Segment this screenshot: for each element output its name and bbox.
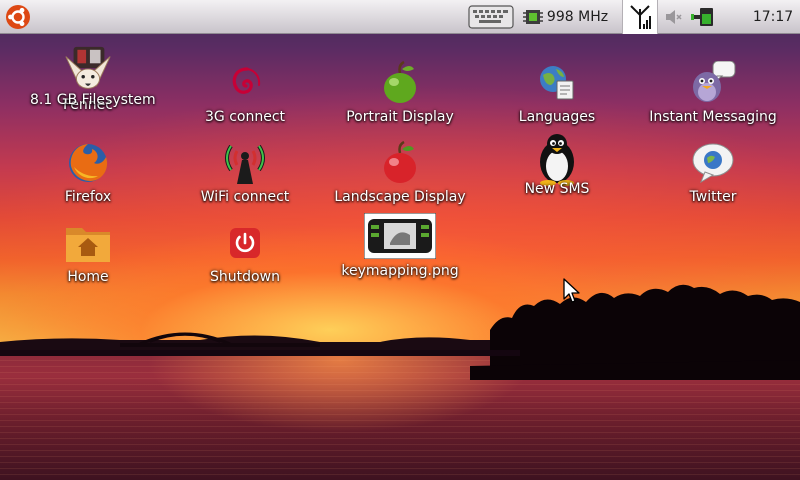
firefox-icon xyxy=(69,144,108,182)
desktop-icon-label: Landscape Display xyxy=(334,189,466,205)
signal-antenna-icon xyxy=(630,5,651,29)
desktop-icon-home[interactable]: Home xyxy=(13,219,163,295)
desktop-icon-label: Languages xyxy=(518,109,596,125)
twitter-bubble-icon xyxy=(692,143,734,184)
desktop-icon-portrait-display[interactable]: Portrait Display xyxy=(325,59,475,135)
red-apple-icon xyxy=(384,141,416,183)
green-apple-icon xyxy=(384,61,416,103)
desktop-icon-instant-messaging[interactable]: Instant Messaging xyxy=(638,59,788,135)
desktop-icon-twitter[interactable]: Twitter xyxy=(638,139,788,215)
desktop-icon-label: Shutdown xyxy=(210,269,280,285)
desktop-icon-label: Instant Messaging xyxy=(649,109,777,125)
desktop-icon-fennec[interactable]: Fennec xyxy=(13,46,163,123)
desktop-icon-label: Home xyxy=(67,269,109,285)
battery-icon xyxy=(691,8,713,26)
panel-clock[interactable]: 17:17 xyxy=(746,0,800,34)
desktop-icon-firefox[interactable]: Firefox xyxy=(13,139,163,215)
power-icon xyxy=(230,228,260,258)
power-status-indicator[interactable] xyxy=(688,0,718,34)
ubuntu-menu-button[interactable] xyxy=(0,0,36,34)
cpu-frequency-value: 998 xyxy=(546,9,574,25)
image-thumbnail-icon xyxy=(364,213,436,259)
desktop-icon-3g-connect[interactable]: 3G connect xyxy=(170,59,320,135)
wifi-antenna-icon xyxy=(225,144,265,184)
filesystem-volume-label[interactable]: 8.1 GB Filesystem xyxy=(30,92,156,108)
cpu-chip-icon xyxy=(522,10,543,24)
languages-globe-icon xyxy=(540,66,574,100)
network-signal-indicator[interactable] xyxy=(622,0,658,34)
debian-swirl-icon xyxy=(232,67,261,94)
desktop-icon-label: WiFi connect xyxy=(200,189,290,205)
onscreen-keyboard-button[interactable] xyxy=(466,0,516,34)
home-folder-icon xyxy=(66,228,110,262)
cpu-frequency-text: 998 MHz xyxy=(547,9,608,25)
mouse-pointer-icon xyxy=(563,278,580,303)
desktop-icon-shutdown[interactable]: Shutdown xyxy=(170,219,320,295)
tux-penguin-icon xyxy=(540,134,574,186)
top-panel: 998 MHz 17:17 xyxy=(0,0,800,34)
desktop-icon-label: keymapping.png xyxy=(341,263,459,279)
desktop-icon-label: Portrait Display xyxy=(346,109,454,125)
desktop-icon-keymapping-png[interactable]: keymapping.png xyxy=(325,211,475,287)
volume-muted-icon xyxy=(666,10,682,24)
cpu-frequency-monitor[interactable]: 998 MHz xyxy=(518,0,612,34)
cpu-frequency-unit: MHz xyxy=(578,9,609,25)
keyboard-icon xyxy=(468,5,514,29)
ubuntu-logo-icon xyxy=(6,5,30,29)
desktop-icon-wifi-connect[interactable]: WiFi connect xyxy=(170,139,320,215)
desktop-icon-label: 3G connect xyxy=(204,109,285,125)
fennec-icon xyxy=(65,46,111,89)
desktop-icon-languages[interactable]: Languages xyxy=(482,59,632,135)
volume-control[interactable] xyxy=(660,0,686,34)
desktop-icon-label: New SMS xyxy=(524,181,590,197)
desktop-icon-new-sms[interactable]: New SMS xyxy=(482,131,632,207)
desktop-icon-label: Firefox xyxy=(64,189,112,205)
desktop-icon-label: Twitter xyxy=(689,189,737,205)
pidgin-icon xyxy=(693,61,736,102)
desktop-icon-landscape-display[interactable]: Landscape Display xyxy=(325,139,475,215)
